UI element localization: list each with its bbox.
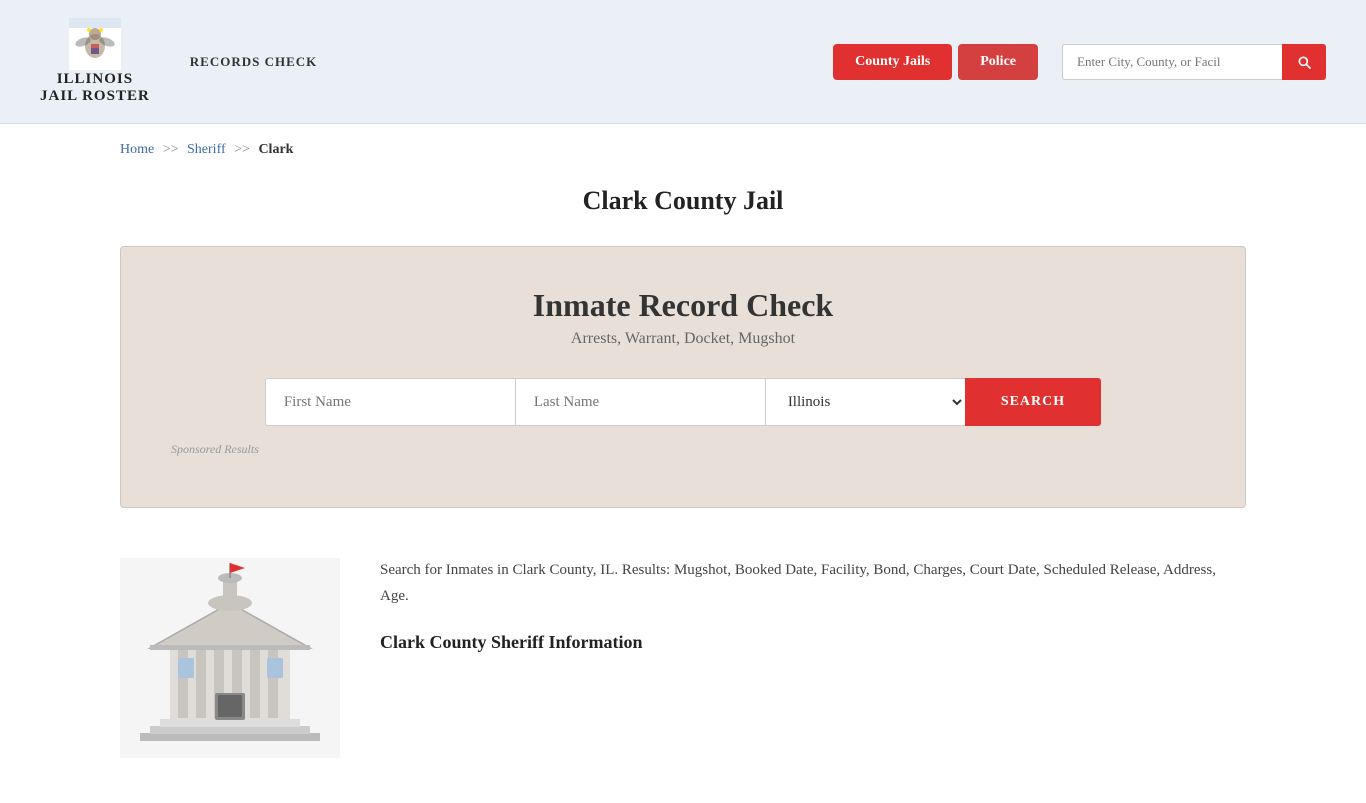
record-check-subtitle: Arrests, Warrant, Docket, Mugshot bbox=[171, 330, 1195, 348]
sponsored-label: Sponsored Results bbox=[171, 442, 1195, 457]
logo-jail-text: JAIL ROSTER bbox=[40, 88, 150, 105]
records-check-link[interactable]: RECORDS CHECK bbox=[190, 54, 318, 70]
logo-illinois-text: ILLINOIS bbox=[57, 70, 133, 88]
header-search-bar bbox=[1062, 44, 1326, 80]
header-search-button[interactable] bbox=[1282, 44, 1326, 80]
breadcrumb-sep2: >> bbox=[234, 142, 250, 157]
illinois-flag-icon bbox=[69, 18, 121, 70]
breadcrumb-current: Clark bbox=[258, 142, 293, 157]
county-jails-button[interactable]: County Jails bbox=[833, 44, 952, 80]
bottom-section: Search for Inmates in Clark County, IL. … bbox=[0, 538, 1366, 803]
breadcrumb: Home >> Sheriff >> Clark bbox=[0, 124, 1366, 166]
site-header: ILLINOIS JAIL ROSTER RECORDS CHECK Count… bbox=[0, 0, 1366, 124]
courthouse-illustration bbox=[120, 558, 340, 763]
search-icon bbox=[1296, 54, 1312, 70]
last-name-input[interactable] bbox=[515, 378, 765, 426]
breadcrumb-sheriff[interactable]: Sheriff bbox=[187, 142, 226, 157]
state-select[interactable]: Illinois bbox=[765, 378, 965, 426]
record-check-box: Inmate Record Check Arrests, Warrant, Do… bbox=[120, 246, 1246, 508]
courthouse-icon bbox=[120, 558, 340, 758]
inmate-search-button[interactable]: SEARCH bbox=[965, 378, 1101, 426]
breadcrumb-sep1: >> bbox=[163, 142, 179, 157]
bottom-text-area: Search for Inmates in Clark County, IL. … bbox=[380, 558, 1246, 658]
inmate-search-form: Illinois SEARCH bbox=[171, 378, 1195, 426]
police-button[interactable]: Police bbox=[958, 44, 1038, 80]
sheriff-info-heading: Clark County Sheriff Information bbox=[380, 627, 1246, 658]
description-text: Search for Inmates in Clark County, IL. … bbox=[380, 558, 1246, 609]
site-logo[interactable]: ILLINOIS JAIL ROSTER bbox=[40, 18, 150, 105]
main-nav: County Jails Police bbox=[833, 44, 1326, 80]
breadcrumb-home[interactable]: Home bbox=[120, 142, 154, 157]
record-check-heading: Inmate Record Check bbox=[171, 287, 1195, 324]
page-title: Clark County Jail bbox=[0, 186, 1366, 216]
first-name-input[interactable] bbox=[265, 378, 515, 426]
header-search-input[interactable] bbox=[1062, 44, 1282, 80]
